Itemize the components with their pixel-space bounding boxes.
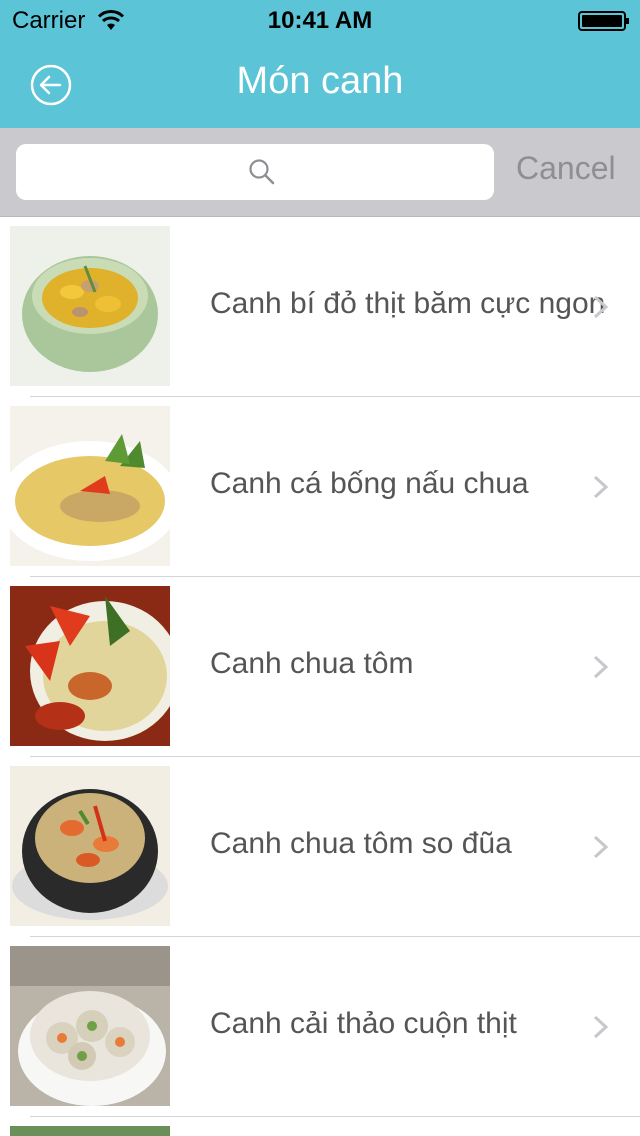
list-item[interactable]: Canh cải thảo cuộn thịt — [0, 937, 640, 1117]
chevron-right-icon — [592, 834, 610, 860]
item-title: Canh chua tôm — [210, 647, 414, 680]
chevron-right-icon — [592, 654, 610, 680]
shrimp-soup-claypot-photo — [10, 766, 170, 926]
cabbage-roll-soup-photo — [10, 946, 170, 1106]
item-title: Canh chua tôm so đũa — [210, 827, 512, 860]
list-item[interactable]: Canh bí đỏ thịt băm cực ngon — [0, 217, 640, 397]
chevron-right-icon — [592, 1014, 610, 1040]
battery-icon — [578, 10, 630, 31]
search-bar: Cancel — [0, 128, 640, 217]
search-input[interactable] — [16, 144, 494, 200]
recipe-list: Canh bí đỏ thịt băm cực ngon Canh cá bốn… — [0, 217, 640, 1117]
pumpkin-soup-photo — [10, 226, 170, 386]
list-item[interactable]: Canh chua tôm so đũa — [0, 757, 640, 937]
chevron-right-icon — [592, 294, 610, 320]
fish-sour-soup-photo — [10, 406, 170, 566]
cancel-button[interactable]: Cancel — [516, 150, 616, 187]
navigation-bar: Món canh — [0, 40, 640, 128]
clock: 10:41 AM — [267, 7, 373, 34]
list-item-partial[interactable] — [0, 1117, 640, 1136]
item-title: Canh cải thảo cuộn thịt — [210, 1007, 517, 1040]
page-title: Món canh — [236, 60, 404, 102]
search-icon — [248, 158, 276, 186]
status-bar: Carrier 10:41 AM — [0, 0, 640, 40]
chevron-right-icon — [592, 474, 610, 500]
soup-photo — [10, 1126, 170, 1136]
shrimp-sour-soup-photo — [10, 586, 170, 746]
item-title: Canh bí đỏ thịt băm cực ngon — [210, 287, 606, 320]
item-title: Canh cá bống nấu chua — [210, 467, 529, 500]
list-item[interactable]: Canh cá bống nấu chua — [0, 397, 640, 577]
list-item[interactable]: Canh chua tôm — [0, 577, 640, 757]
